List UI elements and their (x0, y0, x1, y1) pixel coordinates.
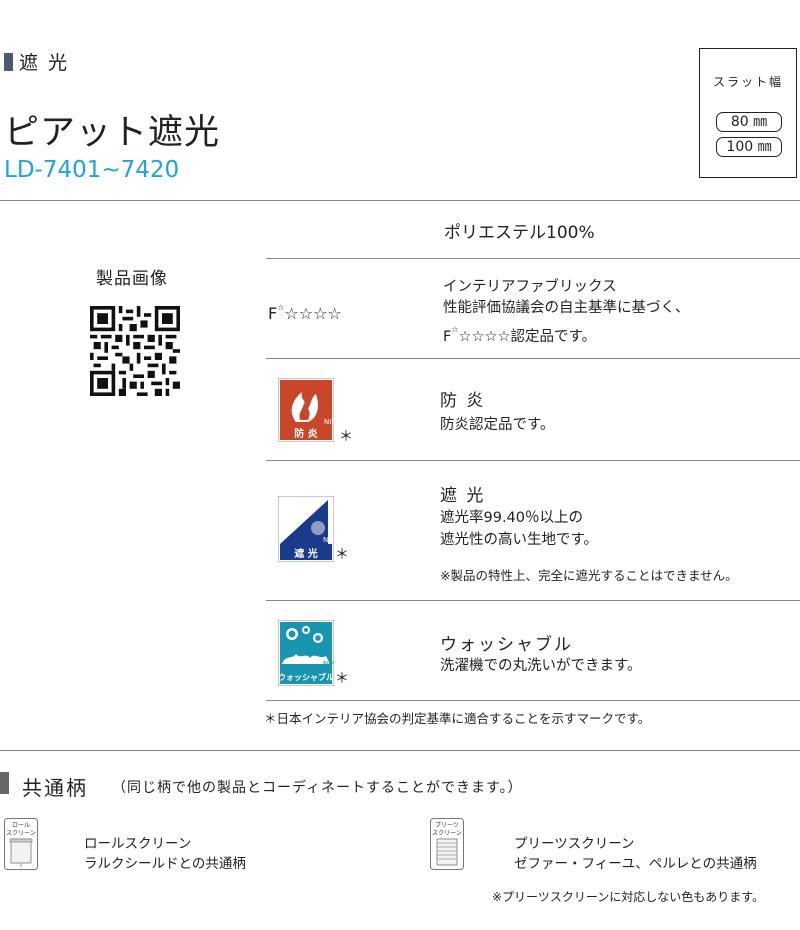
feature-title-flame: 防 炎 (440, 391, 486, 411)
feature-line: 遮光性の高い生地です。 (440, 532, 599, 548)
fstar-suffix: 認定品です。 (510, 329, 597, 345)
fstar-letter: F (268, 304, 278, 323)
category-heading: 遮 光 (4, 48, 69, 75)
divider (266, 700, 800, 701)
qr-code[interactable] (90, 306, 180, 396)
badge-caption: ウォッシャブル (278, 672, 334, 682)
common-marker (0, 772, 9, 794)
product-name: ピアット遮光 (4, 113, 221, 153)
slat-width-label: スラット幅 (712, 75, 783, 89)
feature-text-flame: 防炎認定品です。 (440, 417, 555, 433)
fstar-line: 性能評価協議会の自主基準に基づく、 (443, 300, 690, 316)
washable-badge-icon: NIF ウォッシャブル (278, 620, 334, 686)
feature-title-washable: ウォッシャブル (440, 635, 573, 655)
pleats-screen-icon: プリーツ スクリーン (430, 818, 464, 870)
category-marker (4, 53, 13, 71)
feature-text-washable: 洗濯機での丸洗いができます。 (440, 658, 642, 674)
fstar-mark: F☆☆☆☆☆ (268, 303, 342, 323)
common-item-roll: ロールスクリーン ラルクシールドとの共通柄 (84, 834, 246, 874)
category-label: 遮 光 (19, 52, 70, 74)
divider (0, 750, 800, 751)
icon-label: スクリーン (6, 830, 36, 837)
icon-label: ロール (12, 822, 30, 829)
feature-note-blackout: ※製品の特性上、完全に遮光することはできません。 (440, 568, 738, 583)
product-code: LD-7401~7420 (4, 157, 180, 183)
icon-label: スクリーン (432, 830, 462, 837)
asterisk: ＊ (335, 671, 349, 687)
asterisk: ＊ (335, 547, 349, 563)
association-note: ＊日本インテリア協会の判定基準に適合することを示すマークです。 (264, 711, 651, 726)
slat-size-100: 100 ㎜ (716, 137, 782, 157)
asterisk: ＊ (339, 429, 353, 445)
divider (266, 258, 800, 259)
badge-caption: 遮 光 (294, 547, 317, 560)
divider (266, 600, 800, 601)
fstar-stars: ☆☆☆☆ (458, 329, 511, 345)
divider (266, 460, 800, 461)
feature-title-blackout: 遮 光 (440, 486, 486, 506)
feature-text-blackout: 遮光率99.40％以上の 遮光性の高い生地です。 (440, 507, 598, 551)
flame-retardant-badge-icon: NIF 防 炎 (278, 378, 334, 442)
common-item-name: プリーツスクリーン (514, 836, 635, 852)
divider (0, 200, 800, 201)
material-text: ポリエステル100% (444, 223, 595, 243)
common-item-pleats: プリーツスクリーン ゼファー・フィーユ、ペルレとの共通柄 (514, 834, 757, 874)
slat-size-80: 80 ㎜ (716, 112, 782, 132)
fstar-stars: ☆☆☆☆ (284, 304, 342, 323)
slat-width-box: スラット幅 80 ㎜ 100 ㎜ (699, 48, 797, 178)
fstar-sup: ☆ (451, 325, 459, 334)
fstar-line: インテリアファブリックス (443, 279, 617, 295)
divider (266, 358, 800, 359)
common-item-name: ロールスクリーン (84, 836, 192, 852)
icon-label: プリーツ (435, 822, 459, 829)
fstar-line-3: F☆☆☆☆☆認定品です。 (443, 319, 690, 348)
common-footnote: ※プリーツスクリーンに対応しない色もあります。 (492, 890, 765, 904)
badge-brand: NIF (323, 536, 334, 544)
feature-line: 遮光率99.40％以上の (440, 510, 584, 526)
badge-caption: 防 炎 (294, 427, 317, 440)
badge-brand: NIF (324, 418, 334, 426)
common-title: 共通柄 (22, 776, 88, 800)
common-subtitle: （同じ柄で他の製品とコーディネートすることができます。） (112, 780, 523, 796)
roll-screen-icon: ロール スクリーン (4, 818, 38, 870)
common-item-detail: ラルクシールドとの共通柄 (84, 856, 246, 872)
fstar-description: インテリアファブリックス 性能評価協議会の自主基準に基づく、 F☆☆☆☆☆認定品… (443, 277, 690, 348)
blackout-badge-icon: NIF 遮 光 (278, 496, 334, 562)
badge-brand: NIF (323, 660, 334, 668)
common-item-detail: ゼファー・フィーユ、ペルレとの共通柄 (514, 856, 757, 872)
product-image-label: 製品画像 (96, 269, 168, 289)
